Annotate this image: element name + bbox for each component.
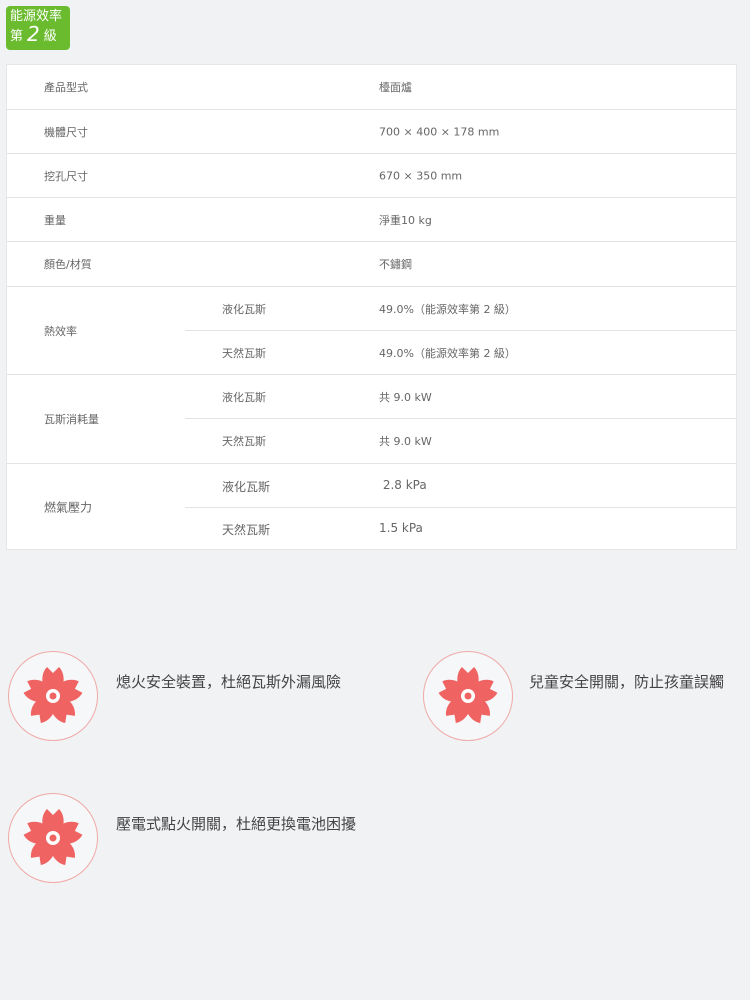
spec-value: 700 × 400 × 178 mm — [379, 125, 500, 138]
spec-value: 2.8 kPa — [379, 478, 427, 492]
feature-text: 壓電式點火開關，杜絕更換電池困擾 — [116, 815, 357, 833]
spec-group-label: 瓦斯消耗量 — [44, 413, 99, 426]
spec-group-label: 熱效率 — [44, 324, 77, 338]
spec-value: 1.5 kPa — [379, 521, 423, 535]
spec-value: 670 × 350 mm — [379, 169, 463, 182]
spec-value: 淨重10 kg — [379, 213, 432, 227]
spec-sub-label: 液化瓦斯 — [222, 480, 271, 494]
feature-item: 熄火安全裝置，杜絕瓦斯外漏風險 — [8, 651, 341, 741]
energy-badge-prefix: 第 — [10, 29, 24, 44]
spec-value: 共 9.0 kW — [379, 435, 432, 448]
sakura-icon — [22, 809, 84, 868]
table-row: 重量 淨重10 kg — [7, 198, 736, 242]
feature-item: 壓電式點火開關，杜絕更換電池困擾 — [8, 793, 356, 883]
table-row: 產品型式 檯面爐 — [7, 65, 736, 110]
spec-value: 49.0%（能源效率第 2 級） — [379, 303, 516, 316]
spec-value: 49.0%（能源效率第 2 級） — [379, 347, 516, 360]
spec-sub-label: 液化瓦斯 — [222, 303, 266, 316]
spec-table: 產品型式 檯面爐 機體尺寸 700 × 400 × 178 mm 挖孔尺寸 67… — [6, 64, 737, 550]
table-row: 挖孔尺寸 670 × 350 mm — [7, 154, 736, 198]
feature-text: 熄火安全裝置，杜絕瓦斯外漏風險 — [116, 673, 342, 691]
energy-efficiency-badge: 能源效率 第 2 級 — [6, 6, 70, 50]
energy-badge-suffix: 級 — [43, 29, 57, 44]
spec-sub-label: 天然瓦斯 — [222, 435, 266, 448]
feature-icon-circle — [8, 651, 98, 741]
spec-value: 共 9.0 kW — [379, 391, 432, 404]
energy-badge-grade: 2 — [27, 22, 40, 46]
table-row-group: 燃氣壓力 液化瓦斯 2.8 kPa 天然瓦斯 1.5 kPa — [7, 464, 736, 550]
spec-label: 產品型式 — [44, 81, 88, 94]
spec-label: 機體尺寸 — [44, 125, 88, 139]
row-divider — [185, 418, 736, 419]
table-row: 顏色/材質 不鏽鋼 — [7, 242, 736, 287]
sakura-icon — [437, 667, 499, 726]
table-row-group: 熱效率 液化瓦斯 49.0%（能源效率第 2 級） 天然瓦斯 49.0%（能源效… — [7, 287, 736, 375]
spec-value: 不鏽鋼 — [379, 258, 412, 271]
spec-sub-label: 液化瓦斯 — [222, 391, 266, 404]
row-divider — [185, 507, 736, 508]
spec-sub-label: 天然瓦斯 — [222, 523, 271, 537]
feature-icon-circle — [423, 651, 513, 741]
feature-item: 兒童安全開關，防止孩童誤觸 — [423, 651, 724, 741]
table-row: 機體尺寸 700 × 400 × 178 mm — [7, 110, 736, 154]
spec-group-label: 燃氣壓力 — [44, 500, 93, 515]
spec-label: 顏色/材質 — [44, 258, 92, 271]
spec-value: 檯面爐 — [379, 81, 412, 94]
row-divider — [185, 330, 736, 331]
feature-icon-circle — [8, 793, 98, 883]
spec-label: 重量 — [44, 213, 66, 227]
table-row-group: 瓦斯消耗量 液化瓦斯 共 9.0 kW 天然瓦斯 共 9.0 kW — [7, 375, 736, 464]
spec-label: 挖孔尺寸 — [44, 169, 88, 183]
feature-text: 兒童安全開關，防止孩童誤觸 — [529, 673, 725, 691]
sakura-icon — [22, 667, 84, 726]
spec-sub-label: 天然瓦斯 — [222, 347, 266, 360]
